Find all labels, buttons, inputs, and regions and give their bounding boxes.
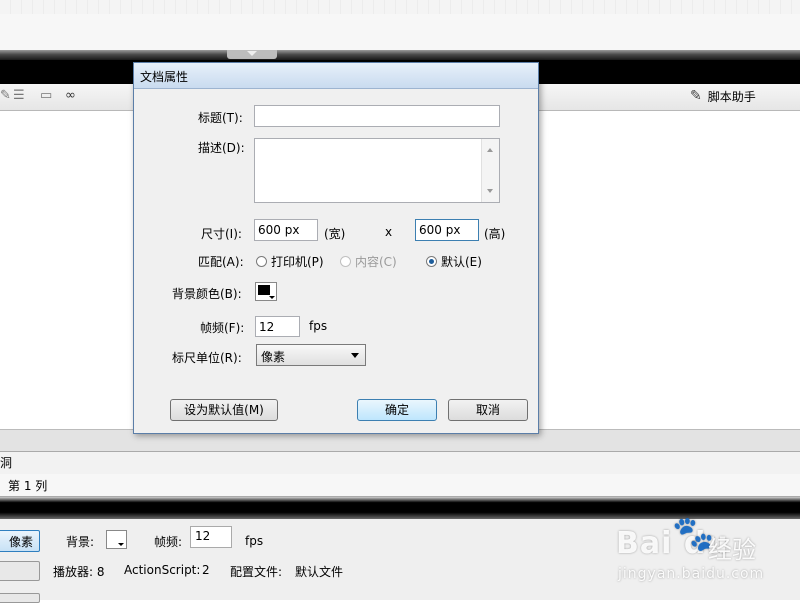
dialog-title: 文档属性 [140,70,189,84]
top-panel [0,14,800,50]
match-default-label: 默认(E) [441,255,482,269]
scroll-down-icon[interactable] [487,189,493,193]
title-label: 标题(T): [198,111,243,125]
script-helper-label: 脚本助手 [707,89,756,104]
ruler-units-select[interactable]: 像素 [256,344,366,366]
description-scrollbar[interactable] [481,139,499,202]
dropdown-arrow-icon [269,296,275,299]
edit-button[interactable] [0,593,40,603]
bgcolor-swatch[interactable] [255,282,277,301]
wand-icon: ✎ [690,88,702,104]
dropdown-arrow-icon [351,353,359,358]
match-content-radio[interactable] [340,256,351,267]
actionscript-label: ActionScript: [124,563,201,577]
ruler-units-label: 标尺单位(R): [172,351,242,365]
edit-button[interactable] [0,561,40,581]
debug-icon[interactable]: ∞ [65,88,76,103]
bgcolor-fill [258,285,270,295]
fps-unit: fps [309,319,328,333]
match-printer-label: 打印机(P) [271,255,324,269]
ok-button[interactable]: 确定 [357,399,437,421]
scroll-up-icon[interactable] [487,148,493,152]
list-icon[interactable]: ☰ [13,88,25,103]
status-row: 第 1 列 [0,474,800,497]
width-unit: (宽) [324,227,346,241]
title-input[interactable] [254,105,500,127]
cancel-button[interactable]: 取消 [448,399,528,421]
match-content-label: 内容(C) [355,255,397,269]
pencil-icon[interactable]: ✎ [0,88,11,103]
size-label: 尺寸(I): [201,227,242,241]
status-text: 洞 [0,456,13,470]
background-color-swatch[interactable] [106,530,127,549]
match-printer-radio[interactable] [256,256,267,267]
comment-icon[interactable]: ▭ [40,88,52,103]
document-properties-dialog: 文档属性 标题(T): 描述(D): 尺寸(I): 600 px (宽) x 6… [133,62,539,434]
watermark-url: jingyan.baidu.com [618,566,765,582]
height-input[interactable]: 600 px [415,219,479,241]
ruler-units-value: 像素 [261,350,286,364]
match-label: 匹配(A): [198,255,244,269]
status-row: 洞 [0,451,800,475]
cursor-position: 第 1 列 [8,479,48,493]
script-helper-button[interactable]: ✎ 脚本助手 [690,86,756,106]
panel-divider [0,50,800,60]
watermark-jingyan: 经验 [708,536,756,564]
bgcolor-label: 背景颜色(B): [172,287,242,301]
size-button[interactable]: 像素 [0,530,40,552]
background-label: 背景: [66,535,95,549]
size-separator: x [385,225,393,239]
chevron-down-icon [247,51,257,56]
set-default-button[interactable]: 设为默认值(M) [170,399,278,421]
height-unit: (高) [484,227,506,241]
fps-input[interactable]: 12 [190,526,232,548]
fps-label: 帧频: [154,535,183,549]
description-label: 描述(D): [198,141,245,155]
actionscript-value: 2 [202,563,210,577]
watermark: Bai du 🐾 经验 jingyan.baidu.com [612,512,800,600]
profile-value: 默认文件 [295,565,344,579]
description-input[interactable] [254,138,500,203]
fps-input[interactable]: 12 [255,316,300,337]
match-default-radio[interactable] [426,256,437,267]
player-label: 播放器: 8 [53,565,105,579]
profile-label: 配置文件: [230,565,283,579]
fps-unit: fps [245,534,264,548]
width-input[interactable]: 600 px [254,219,318,241]
dialog-title-bar[interactable]: 文档属性 [134,63,538,89]
fps-label: 帧频(F): [200,321,245,335]
